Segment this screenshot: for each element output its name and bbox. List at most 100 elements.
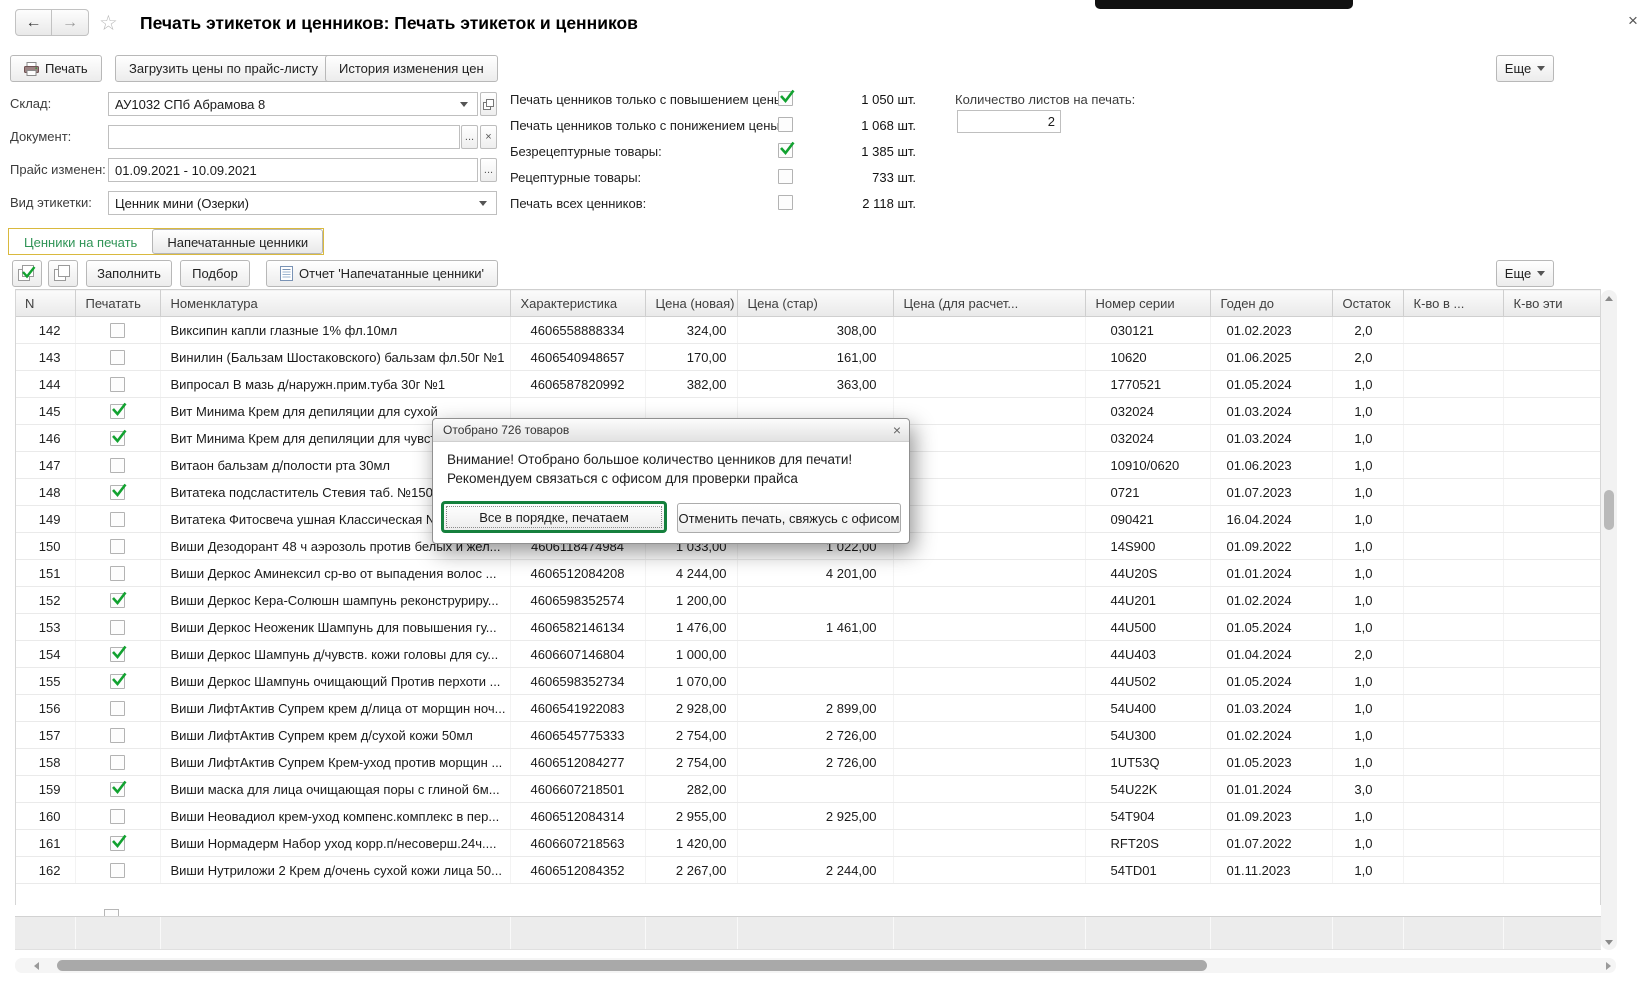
- dialog-ok-button[interactable]: Все в порядке, печатаем: [441, 501, 667, 533]
- cell-expiry: 01.02.2023: [1210, 317, 1332, 344]
- warehouse-open-button[interactable]: [480, 92, 497, 116]
- dialog-cancel-button[interactable]: Отменить печать, свяжусь с офисом: [677, 503, 901, 533]
- sheets-count-input[interactable]: 2: [957, 110, 1061, 133]
- filter-checkbox[interactable]: [778, 143, 793, 158]
- chevron-down-icon[interactable]: [479, 201, 487, 206]
- price-period-choose-button[interactable]: ...: [480, 158, 497, 182]
- row-print-checkbox[interactable]: [110, 539, 125, 554]
- row-print-checkbox[interactable]: [110, 728, 125, 743]
- document-clear-button[interactable]: ×: [480, 125, 497, 149]
- favorite-star-icon[interactable]: ☆: [99, 11, 118, 36]
- fill-button[interactable]: Заполнить: [86, 260, 172, 287]
- row-print-checkbox[interactable]: [110, 782, 125, 797]
- row-print-checkbox[interactable]: [110, 809, 125, 824]
- document-choose-button[interactable]: ...: [461, 125, 478, 149]
- cell-nomenclature: Виши маска для лица очищающая поры с гли…: [160, 776, 510, 803]
- price-history-button[interactable]: История изменения цен: [325, 55, 498, 82]
- cell-qty-pack: [1403, 641, 1503, 668]
- pick-button[interactable]: Подбор: [180, 260, 250, 287]
- cell-price-old: [737, 830, 893, 857]
- filter-checkbox[interactable]: [778, 91, 793, 106]
- row-print-checkbox[interactable]: [110, 701, 125, 716]
- horizontal-scrollbar[interactable]: [15, 958, 1616, 973]
- column-header[interactable]: Годен до: [1210, 290, 1332, 317]
- table-row[interactable]: 142 Виксипин капли глазные 1% фл.10мл 46…: [15, 317, 1600, 344]
- vertical-scrollbar[interactable]: [1601, 290, 1617, 950]
- column-header[interactable]: Цена (стар): [737, 290, 893, 317]
- forward-button[interactable]: →: [52, 9, 89, 36]
- print-button[interactable]: Печать: [10, 55, 102, 82]
- column-header[interactable]: Цена (для расчет...: [893, 290, 1085, 317]
- table-row[interactable]: 143 Винилин (Бальзам Шостаковского) баль…: [15, 344, 1600, 371]
- column-header[interactable]: Печатать: [75, 290, 160, 317]
- dialog-title-bar[interactable]: Отобрано 726 товаров ×: [433, 419, 909, 442]
- row-print-checkbox[interactable]: [110, 647, 125, 662]
- column-header[interactable]: Номер серии: [1085, 290, 1210, 317]
- table-row[interactable]: 154 Виши Деркос Шампунь д/чувств. кожи г…: [15, 641, 1600, 668]
- table-row[interactable]: 151 Виши Деркос Аминексил ср-во от выпад…: [15, 560, 1600, 587]
- row-print-checkbox[interactable]: [110, 458, 125, 473]
- vertical-scroll-thumb[interactable]: [1604, 490, 1614, 530]
- cell-nomenclature: Виши Деркос Шампунь очищающий Против пер…: [160, 668, 510, 695]
- price-period-field[interactable]: 01.09.2021 - 10.09.2021: [108, 158, 478, 182]
- row-print-checkbox[interactable]: [110, 755, 125, 770]
- chevron-down-icon[interactable]: [460, 102, 468, 107]
- table-row[interactable]: 162 Виши Нутриложи 2 Крем д/очень сухой …: [15, 857, 1600, 884]
- warehouse-field[interactable]: АУ1032 СПб Абрамова 8: [108, 92, 478, 116]
- row-print-checkbox[interactable]: [110, 350, 125, 365]
- label-type-field[interactable]: Ценник мини (Озерки): [108, 191, 497, 215]
- table-row[interactable]: 159 Виши маска для лица очищающая поры с…: [15, 776, 1600, 803]
- table-row[interactable]: 157 Виши ЛифтАктив Супрем крем д/сухой к…: [15, 722, 1600, 749]
- row-print-checkbox[interactable]: [110, 431, 125, 446]
- document-field[interactable]: [108, 125, 460, 149]
- row-print-checkbox[interactable]: [110, 593, 125, 608]
- column-header[interactable]: К-во эти: [1503, 290, 1600, 317]
- tab[interactable]: Напечатанные ценники: [152, 229, 323, 254]
- row-print-checkbox[interactable]: [110, 485, 125, 500]
- row-print-checkbox[interactable]: [110, 863, 125, 878]
- column-header[interactable]: Остаток: [1332, 290, 1403, 317]
- report-button[interactable]: Отчет 'Напечатанные ценники': [266, 260, 498, 287]
- scroll-up-icon[interactable]: [1601, 290, 1617, 306]
- row-print-checkbox[interactable]: [110, 377, 125, 392]
- dialog-close-icon[interactable]: ×: [893, 423, 901, 437]
- cell-qty-labels: [1503, 830, 1600, 857]
- more-button-top[interactable]: Еще: [1496, 55, 1554, 82]
- row-print-checkbox[interactable]: [110, 566, 125, 581]
- table-row[interactable]: 155 Виши Деркос Шампунь очищающий Против…: [15, 668, 1600, 695]
- table-row[interactable]: 153 Виши Деркос Неоженик Шампунь для пов…: [15, 614, 1600, 641]
- cell-stock: 3,0: [1332, 776, 1403, 803]
- scroll-left-icon[interactable]: [29, 958, 44, 973]
- column-header[interactable]: К-во в ...: [1403, 290, 1503, 317]
- more-button-table[interactable]: Еще: [1496, 260, 1554, 287]
- scroll-down-icon[interactable]: [1601, 934, 1617, 950]
- filter-checkbox[interactable]: [778, 117, 793, 132]
- filter-checkbox[interactable]: [778, 195, 793, 210]
- row-print-checkbox[interactable]: [110, 323, 125, 338]
- table-row[interactable]: 160 Виши Неовадиол крем-уход компенс.ком…: [15, 803, 1600, 830]
- table-row[interactable]: 161 Виши Нормадерм Набор уход корр.п/нес…: [15, 830, 1600, 857]
- check-all-button[interactable]: [12, 260, 42, 287]
- horizontal-scroll-thumb[interactable]: [57, 960, 1207, 971]
- row-print-checkbox[interactable]: [110, 836, 125, 851]
- cell-expiry: 01.03.2024: [1210, 398, 1332, 425]
- uncheck-all-button[interactable]: [48, 260, 78, 287]
- table-row[interactable]: 156 Виши ЛифтАктив Супрем крем д/лица от…: [15, 695, 1600, 722]
- row-print-checkbox[interactable]: [110, 620, 125, 635]
- table-row[interactable]: 158 Виши ЛифтАктив Супрем Крем-уход прот…: [15, 749, 1600, 776]
- load-prices-button[interactable]: Загрузить цены по прайс-листу: [115, 55, 332, 82]
- column-header[interactable]: Цена (новая): [645, 290, 737, 317]
- column-header[interactable]: Характеристика: [510, 290, 645, 317]
- scroll-right-icon[interactable]: [1601, 958, 1616, 973]
- table-row[interactable]: 144 Випросал В мазь д/наружн.прим.туба 3…: [15, 371, 1600, 398]
- table-row[interactable]: 152 Виши Деркос Кера-Солюшн шампунь реко…: [15, 587, 1600, 614]
- row-print-checkbox[interactable]: [110, 674, 125, 689]
- row-print-checkbox[interactable]: [110, 512, 125, 527]
- column-header[interactable]: N: [15, 290, 75, 317]
- window-close-icon[interactable]: ×: [1624, 11, 1642, 31]
- column-header[interactable]: Номенклатура: [160, 290, 510, 317]
- row-print-checkbox[interactable]: [110, 404, 125, 419]
- tab[interactable]: Ценники на печать: [9, 229, 152, 254]
- filter-checkbox[interactable]: [778, 169, 793, 184]
- back-button[interactable]: ←: [15, 9, 52, 36]
